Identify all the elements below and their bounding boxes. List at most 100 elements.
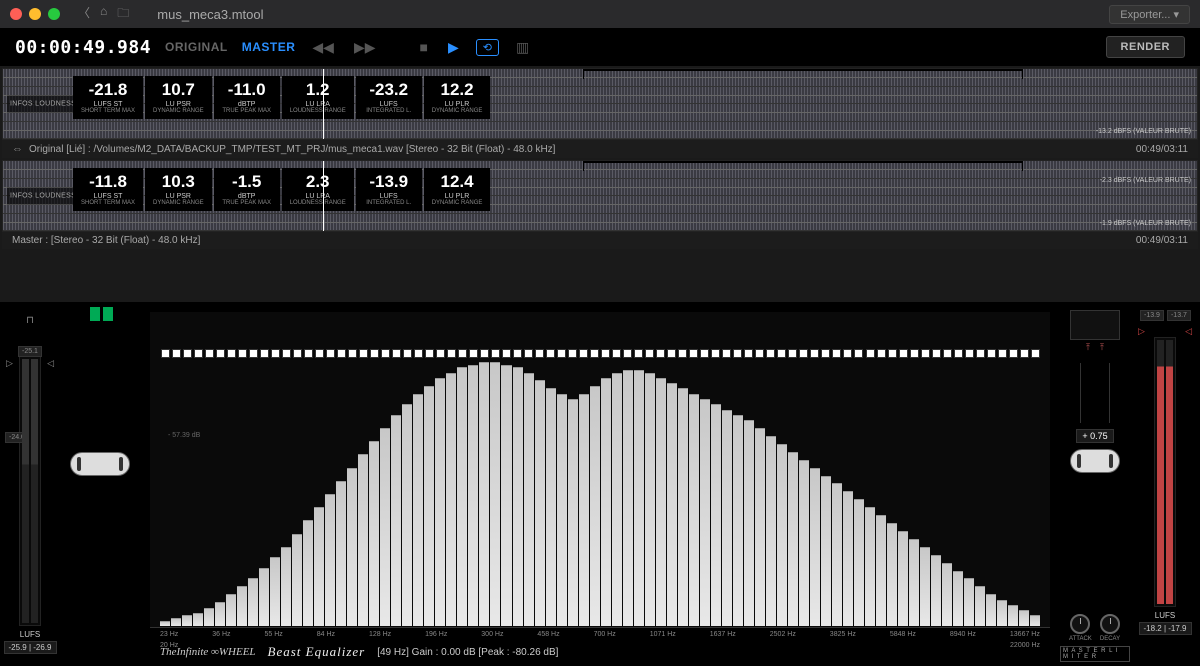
eq-band-handle[interactable] [667,344,677,362]
eq-band-handle[interactable] [369,344,379,362]
eq-band-handle[interactable] [777,344,787,362]
eq-band-handle[interactable] [700,344,710,362]
eq-band-handle[interactable] [281,344,291,362]
eq-band-handle[interactable] [711,344,721,362]
eq-band-handle[interactable] [204,344,214,362]
decay-knob[interactable] [1100,614,1120,634]
tab-master[interactable]: MASTER [242,40,296,54]
export-button[interactable]: Exporter... ▾ [1109,5,1190,24]
back-icon[interactable]: 〈 [78,4,90,25]
playhead[interactable] [323,69,324,139]
eq-band-handle[interactable] [248,344,258,362]
eq-band-handle[interactable] [601,344,611,362]
eq-band-handle[interactable] [160,344,170,362]
eq-band-handle[interactable] [755,344,765,362]
eq-band-handle[interactable] [909,344,919,362]
eq-band-handle[interactable] [722,344,732,362]
eq-band-handle[interactable] [424,344,434,362]
eq-band-handle[interactable] [259,344,269,362]
eq-band-handle[interactable] [920,344,930,362]
eq-band-handle[interactable] [457,344,467,362]
eq-band-handle[interactable] [1008,344,1018,362]
eq-band-handle[interactable] [193,344,203,362]
eq-band-handle[interactable] [656,344,666,362]
zoom-icon[interactable] [48,8,60,20]
eq-band-handle[interactable] [821,344,831,362]
eq-band-handle[interactable] [953,344,963,362]
eq-band-handle[interactable] [468,344,478,362]
eq-band-handle[interactable] [843,344,853,362]
eq-band-handle[interactable] [876,344,886,362]
eq-band-handle[interactable] [832,344,842,362]
waveform-panel-master[interactable]: INFOS LOUDNESS -11.8LUFS STSHORT TERM MA… [2,160,1198,232]
playhead[interactable] [323,161,324,231]
eq-band-handle[interactable] [689,344,699,362]
eq-band-handle[interactable] [865,344,875,362]
eq-band-handle[interactable] [975,344,985,362]
eq-band-handle[interactable] [535,344,545,362]
eq-band-handle[interactable] [380,344,390,362]
eq-band-handle[interactable] [854,344,864,362]
eq-band-handle[interactable] [524,344,534,362]
eq-band-handle[interactable] [325,344,335,362]
view-button[interactable]: ▥ [513,39,532,56]
eq-band-handle[interactable] [358,344,368,362]
eq-band-handle[interactable] [446,344,456,362]
eq-band-handle[interactable] [391,344,401,362]
eq-band-handle[interactable] [623,344,633,362]
eq-band-handle[interactable] [292,344,302,362]
eq-band-handle[interactable] [226,344,236,362]
eq-band-handle[interactable] [942,344,952,362]
eq-band-handle[interactable] [733,344,743,362]
close-icon[interactable] [10,8,22,20]
eq-band-handle[interactable] [579,344,589,362]
tab-original[interactable]: ORIGINAL [165,40,228,54]
play-button[interactable]: ▶ [445,39,462,56]
eq-band-handle[interactable] [898,344,908,362]
eq-band-handle[interactable] [270,344,280,362]
stop-button[interactable]: ■ [416,39,430,55]
rewind-button[interactable]: ◀◀ [309,39,337,56]
eq-band-handle[interactable] [964,344,974,362]
eq-band-handle[interactable] [215,344,225,362]
minimize-icon[interactable] [29,8,41,20]
limiter-slider[interactable] [1070,449,1120,473]
eq-band-handle[interactable] [645,344,655,362]
eq-band-handle[interactable] [479,344,489,362]
eq-band-handles[interactable] [160,344,1040,362]
eq-band-handle[interactable] [887,344,897,362]
eq-band-handle[interactable] [303,344,313,362]
eq-band-handle[interactable] [513,344,523,362]
eq-band-handle[interactable] [171,344,181,362]
attack-knob[interactable] [1070,614,1090,634]
eq-band-handle[interactable] [182,344,192,362]
eq-band-handle[interactable] [997,344,1007,362]
ffwd-button[interactable]: ▶▶ [351,39,379,56]
eq-band-handle[interactable] [546,344,556,362]
eq-band-handle[interactable] [413,344,423,362]
infos-loudness-label[interactable]: INFOS LOUDNESS [7,188,79,205]
loop-button[interactable]: ⟲ [476,39,499,56]
folder-icon[interactable]: 🗀 [117,4,129,25]
eq-band-handle[interactable] [568,344,578,362]
eq-band-handle[interactable] [1030,344,1040,362]
eq-band-handle[interactable] [931,344,941,362]
link-icon[interactable]: ⇔ [12,143,23,155]
eq-band-handle[interactable] [237,344,247,362]
home-icon[interactable]: ⌂ [100,4,107,25]
eq-band-handle[interactable] [744,344,754,362]
eq-band-handle[interactable] [799,344,809,362]
eq-band-handle[interactable] [314,344,324,362]
eq-band-handle[interactable] [490,344,500,362]
gain-slider[interactable] [70,452,130,476]
eq-band-handle[interactable] [1019,344,1029,362]
eq-band-handle[interactable] [986,344,996,362]
eq-band-handle[interactable] [336,344,346,362]
eq-band-handle[interactable] [435,344,445,362]
eq-band-handle[interactable] [810,344,820,362]
eq-band-handle[interactable] [634,344,644,362]
eq-band-handle[interactable] [788,344,798,362]
eq-canvas[interactable]: - 57.39 dB [150,312,1050,628]
infos-loudness-label[interactable]: INFOS LOUDNESS [7,96,79,113]
render-button[interactable]: RENDER [1106,36,1185,58]
